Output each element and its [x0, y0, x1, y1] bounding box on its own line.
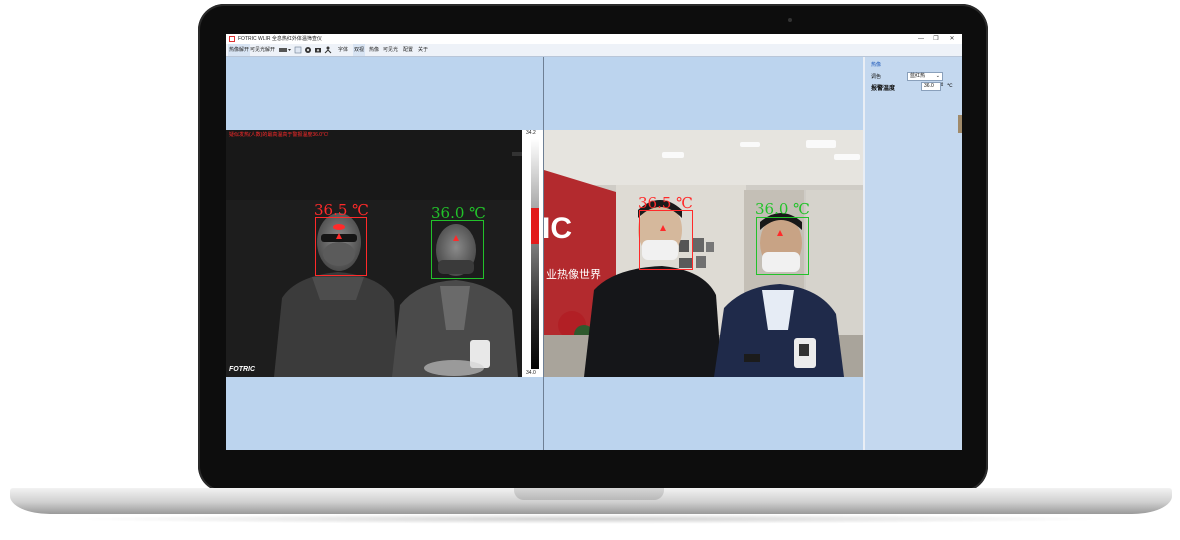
- fotric-logo: FOTRIC: [229, 366, 256, 373]
- minimize-button[interactable]: —: [914, 34, 928, 44]
- menu-font[interactable]: 字体: [338, 44, 348, 56]
- thermal-face-box-normal: [431, 220, 484, 279]
- visible-face-box-hot: [639, 210, 693, 270]
- visible-temp-label-hot: 36.5 ℃: [638, 194, 693, 212]
- settings-sidebar: 热像 调色 蓝红热 ⌄ 报警温度 36.0 ⇕ ℃: [863, 57, 962, 450]
- thermal-pane: 疑似发热(人数)的最高温高于警报温度36.0℃! 36.5 ℃ 36.0 ℃ F…: [226, 57, 543, 450]
- menu-thermal[interactable]: 热像: [369, 44, 379, 56]
- webcam: [788, 18, 792, 22]
- menu-about[interactable]: 关于: [418, 44, 428, 56]
- colorbar-max: 34.2: [526, 130, 536, 136]
- thermal-temp-label-normal: 36.0 ℃: [431, 204, 486, 222]
- app-screen: FOTRIC WLIR 全息热红外体温筛查仪 — ❐ ✕ 热像解开 可见光解开 …: [226, 34, 962, 450]
- temperature-colorbar: 34.2 34.0: [522, 130, 543, 377]
- alarm-temp-stepper-icon[interactable]: ⇕: [940, 82, 944, 88]
- main-content: 疑似发热(人数)的最高温高于警报温度36.0℃! 36.5 ℃ 36.0 ℃ F…: [226, 57, 962, 450]
- alarm-temp-label: 报警温度: [871, 86, 896, 92]
- close-button[interactable]: ✕: [945, 34, 959, 44]
- sidebar-section-header: 热像: [871, 62, 882, 68]
- thermal-temp-label-hot: 36.5 ℃: [314, 201, 369, 219]
- snapshot-icon[interactable]: [304, 46, 312, 54]
- menu-config[interactable]: 配置: [403, 44, 413, 56]
- menu-visible-unlock[interactable]: 可见光解开: [250, 44, 275, 56]
- alarm-temp-value: 36.0: [924, 83, 934, 89]
- record-icon[interactable]: [294, 46, 302, 54]
- visible-scene: IC 业热像世界: [544, 130, 863, 377]
- app-icon: [229, 36, 235, 42]
- colorbar-alarm-band: [531, 208, 539, 244]
- visible-temp-label-normal: 36.0 ℃: [755, 200, 810, 218]
- colorbar-min: 34.0: [526, 370, 536, 376]
- person-icon[interactable]: [324, 46, 332, 54]
- laptop-notch: [514, 488, 664, 500]
- thermal-image: 疑似发热(人数)的最高温高于警报温度36.0℃! 36.5 ℃ 36.0 ℃ F…: [226, 130, 522, 377]
- visible-hotspot-marker-hot: [660, 225, 666, 231]
- sidebar-scroll-handle[interactable]: [958, 115, 962, 133]
- chevron-down-icon: ⌄: [935, 73, 940, 79]
- alarm-temp-input[interactable]: 36.0: [921, 82, 941, 91]
- colorbar-gradient: [531, 139, 539, 369]
- camera-icon[interactable]: [314, 46, 322, 54]
- alarm-temp-unit: ℃: [947, 83, 953, 89]
- thermal-face-box-hot: [315, 217, 367, 276]
- window-title: FOTRIC WLIR 全息热红外体温筛查仪: [238, 36, 322, 42]
- toolbar: 热像解开 可见光解开 字体 双视 热像 可见光 配置 关于: [226, 44, 962, 57]
- menu-dual-view[interactable]: 双视: [353, 44, 366, 56]
- palette-dropdown-icon[interactable]: [278, 46, 292, 54]
- title-bar: FOTRIC WLIR 全息热红外体温筛查仪 — ❐ ✕: [226, 34, 962, 44]
- svg-text:IC: IC: [544, 212, 572, 245]
- visible-hotspot-marker-normal: [777, 230, 783, 236]
- thermal-hotspot-marker-hot: [336, 233, 342, 239]
- menu-thermal-unlock[interactable]: 热像解开: [228, 44, 251, 56]
- visible-face-box-normal: [756, 217, 809, 275]
- visible-pane: IC 业热像世界 36.5 ℃ 36.0 ℃: [544, 57, 863, 450]
- visible-image: IC 业热像世界 36.5 ℃ 36.0 ℃: [544, 130, 863, 377]
- palette-select-value: 蓝红热: [910, 73, 926, 79]
- palette-select[interactable]: 蓝红热 ⌄: [907, 72, 943, 81]
- thermal-hotspot-marker-normal: [453, 235, 459, 241]
- palette-label: 调色: [871, 74, 882, 80]
- fever-alert-text: 疑似发热(人数)的最高温高于警报温度36.0℃!: [229, 132, 329, 138]
- menu-visible[interactable]: 可见光: [383, 44, 398, 56]
- svg-text:业热像世界: 业热像世界: [546, 268, 601, 281]
- laptop-shadow: [60, 514, 1120, 524]
- maximize-button[interactable]: ❐: [929, 34, 943, 44]
